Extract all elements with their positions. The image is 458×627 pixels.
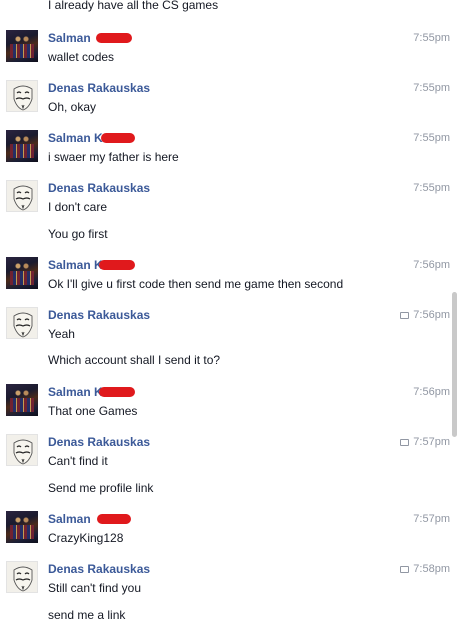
chat-conversation: I already have all the CS games Salman 7… — [0, 0, 458, 627]
scrollbar-thumb[interactable] — [452, 292, 457, 437]
message-text: You go first — [48, 227, 108, 241]
message-text: That one Games — [48, 404, 138, 418]
mask-icon — [13, 439, 33, 465]
seen-icon — [400, 439, 410, 446]
message-text: CrazyKing128 — [48, 531, 124, 545]
message-group: Salman K 7:56pm That one Games — [0, 384, 450, 424]
avatar[interactable] — [6, 307, 38, 339]
avatar[interactable] — [6, 434, 38, 466]
message-text: I don't care — [48, 200, 107, 214]
redaction-mark — [99, 387, 135, 397]
avatar[interactable] — [6, 180, 38, 212]
sender-name[interactable]: Salman — [48, 31, 91, 45]
sender-name[interactable]: Denas Rakauskas — [48, 308, 150, 322]
message-group: Denas Rakauskas 7:57pm Can't find it Sen… — [0, 434, 450, 500]
timestamp: 7:56pm — [413, 309, 450, 321]
avatar[interactable] — [6, 384, 38, 416]
seen-icon — [400, 566, 410, 573]
message-text: Send me profile link — [48, 481, 154, 495]
avatar[interactable] — [6, 30, 38, 62]
message-text: Yeah — [48, 327, 75, 341]
sender-name[interactable]: Denas Rakauskas — [48, 181, 150, 195]
sender-name[interactable]: Denas Rakauskas — [48, 562, 150, 576]
redaction-mark — [97, 514, 131, 524]
partial-message-text: I already have all the CS games — [48, 0, 219, 12]
message-text: Oh, okay — [48, 100, 97, 114]
sender-name[interactable]: Denas Rakauskas — [48, 435, 150, 449]
sender-name[interactable]: Salman K — [48, 258, 103, 272]
message-text: Still can't find you — [48, 581, 142, 595]
mask-icon — [13, 185, 33, 211]
message-text: Ok I'll give u first code then send me g… — [48, 277, 344, 291]
timestamp: 7:58pm — [413, 563, 450, 575]
message-group: Denas Rakauskas 7:55pm Oh, okay — [0, 80, 450, 120]
mask-icon — [13, 312, 33, 338]
message-group: Denas Rakauskas 7:56pm Yeah Which accoun… — [0, 307, 450, 373]
avatar[interactable] — [6, 130, 38, 162]
timestamp-with-seen: 7:57pm — [400, 436, 450, 448]
message-group: Denas Rakauskas 7:55pm I don't care You … — [0, 180, 450, 246]
redaction-mark — [99, 260, 135, 270]
message-text: send me a link — [48, 608, 126, 622]
avatar[interactable] — [6, 561, 38, 593]
timestamp-with-seen: 7:58pm — [400, 563, 450, 575]
avatar[interactable] — [6, 257, 38, 289]
sender-name[interactable]: Salman — [48, 512, 91, 526]
mask-icon — [13, 85, 33, 111]
message-text: Which account shall I send it to? — [48, 353, 221, 367]
seen-icon — [400, 312, 410, 319]
message-group: Salman K 7:56pm Ok I'll give u first cod… — [0, 257, 450, 297]
timestamp: 7:57pm — [413, 436, 450, 448]
timestamp: 7:55pm — [413, 82, 450, 94]
avatar[interactable] — [6, 511, 38, 543]
timestamp: 7:55pm — [413, 182, 450, 194]
message-group: Denas Rakauskas 7:58pm Still can't find … — [0, 561, 450, 627]
sender-name[interactable]: Salman K — [48, 131, 103, 145]
timestamp: 7:56pm — [413, 386, 450, 398]
mask-icon — [13, 566, 33, 592]
message-group: Salman K 7:55pm i swaer my father is her… — [0, 130, 450, 170]
redaction-mark — [96, 33, 132, 43]
timestamp: 7:56pm — [413, 259, 450, 271]
sender-name[interactable]: Denas Rakauskas — [48, 81, 150, 95]
timestamp: 7:55pm — [413, 32, 450, 44]
sender-name[interactable]: Salman K — [48, 385, 103, 399]
redaction-mark — [101, 133, 135, 143]
message-group: Salman 7:57pm CrazyKing128 — [0, 511, 450, 551]
message-group: Salman 7:55pm wallet codes — [0, 30, 450, 70]
timestamp: 7:55pm — [413, 132, 450, 144]
message-text: Can't find it — [48, 454, 108, 468]
avatar[interactable] — [6, 80, 38, 112]
message-text: i swaer my father is here — [48, 150, 179, 164]
message-text: wallet codes — [48, 50, 115, 64]
timestamp-with-seen: 7:56pm — [400, 309, 450, 321]
timestamp: 7:57pm — [413, 513, 450, 525]
